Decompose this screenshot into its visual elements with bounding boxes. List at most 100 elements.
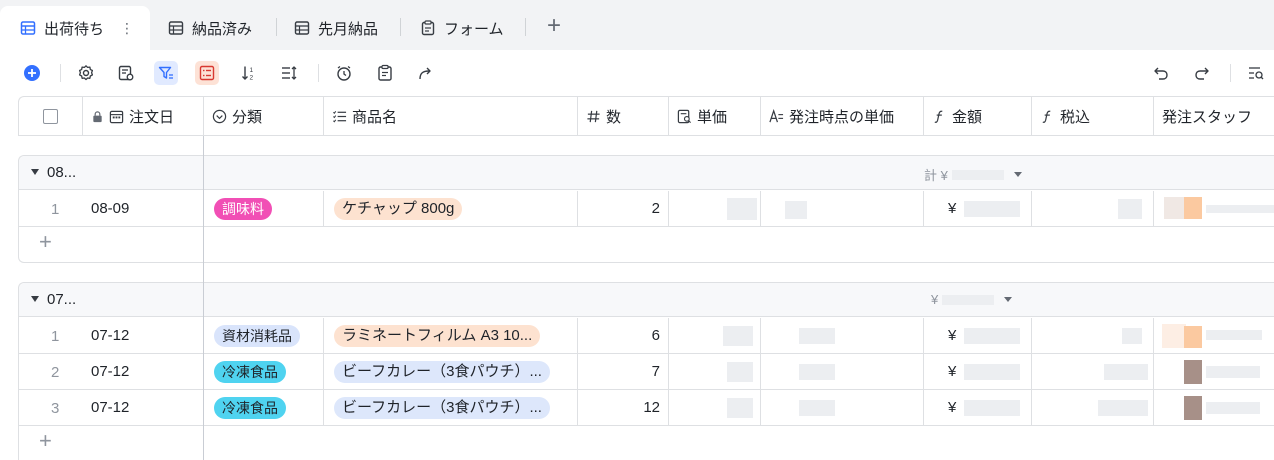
cell-tax-included[interactable] [1032, 191, 1154, 226]
column-header-order-staff[interactable]: 発注スタッフ [1154, 97, 1274, 135]
cell-order-date[interactable]: 07-12 [83, 354, 204, 389]
column-title: 発注時点の単価 [789, 108, 895, 126]
search-icon[interactable] [1244, 61, 1268, 85]
product-tag: ケチャップ 800g [334, 197, 463, 220]
cell-category[interactable]: 冷凍食品 [204, 390, 324, 425]
column-title: 商品名 [352, 108, 398, 126]
group-by-icon[interactable] [195, 61, 219, 85]
column-header-amount[interactable]: 金額 [924, 97, 1032, 135]
tab-label: 出荷待ち [44, 20, 105, 38]
cell-order-unit-price[interactable] [761, 354, 924, 389]
redacted-value [964, 400, 1020, 416]
cell-product-name[interactable]: ラミネートフィルム A3 10... [324, 318, 578, 353]
cell-amount[interactable]: ¥ [924, 318, 1032, 353]
column-header-unit-price[interactable]: 単価 [669, 97, 761, 135]
group-header[interactable]: 08... 計 ¥ [19, 156, 1274, 190]
redacted-value [727, 198, 757, 220]
redo-icon[interactable] [1190, 61, 1214, 85]
date-value: 07-12 [91, 327, 130, 344]
column-header-quantity[interactable]: 数 [578, 97, 669, 135]
cell-quantity[interactable]: 7 [578, 354, 669, 389]
date-value: 07-12 [91, 363, 130, 380]
cell-order-date[interactable]: 07-12 [83, 390, 204, 425]
group-summary[interactable]: ¥ [931, 292, 1013, 307]
column-title: 注文日 [129, 108, 175, 126]
column-title: 税込 [1060, 108, 1091, 126]
column-header-order-date[interactable]: 注文日 [83, 97, 204, 135]
cell-product-name[interactable]: ビーフカレー（3食パウチ）... [324, 390, 578, 425]
cell-category[interactable]: 冷凍食品 [204, 354, 324, 389]
cell-quantity[interactable]: 2 [578, 191, 669, 226]
lock-icon [93, 110, 102, 122]
gear-icon[interactable] [74, 61, 98, 85]
cell-quantity[interactable]: 12 [578, 390, 669, 425]
quantity-value: 2 [651, 200, 660, 217]
column-header-order-unit-price[interactable]: 発注時点の単価 [761, 97, 924, 135]
cell-order-date[interactable]: 07-12 [83, 318, 204, 353]
undo-icon[interactable] [1149, 61, 1173, 85]
table-row[interactable]: 1 07-12 資材消耗品 ラミネートフィルム A3 10... 6 ¥ [19, 318, 1274, 354]
table-row[interactable]: 2 07-12 冷凍食品 ビーフカレー（3食パウチ）... 7 ¥ [19, 354, 1274, 390]
cell-category[interactable]: 調味料 [204, 191, 324, 226]
alarm-clock-icon[interactable] [332, 61, 356, 85]
select-all-checkbox[interactable] [43, 108, 58, 124]
tab-shipping-pending[interactable]: 出荷待ち ⋮ [0, 6, 150, 50]
product-tag: ビーフカレー（3食パウチ）... [334, 360, 550, 383]
share-icon[interactable] [414, 61, 438, 85]
field-settings-icon[interactable] [114, 61, 138, 85]
collapse-caret-icon[interactable] [31, 169, 39, 175]
cell-unit-price[interactable] [669, 354, 761, 389]
tab-form[interactable]: フォーム [420, 6, 504, 50]
filter-icon[interactable] [154, 61, 178, 85]
cell-amount[interactable]: ¥ [924, 354, 1032, 389]
cell-tax-included[interactable] [1032, 318, 1154, 353]
add-row-button[interactable]: + [19, 426, 1274, 460]
column-header-product-name[interactable]: 商品名 [324, 97, 578, 135]
table-row[interactable]: 1 08-09 調味料 ケチャップ 800g 2 ¥ [19, 191, 1274, 227]
record-group: 07... ¥ 1 07-12 資材消耗品 ラミネートフィルム A3 10...… [18, 282, 1274, 460]
more-vertical-icon[interactable]: ⋮ [120, 20, 134, 37]
add-view-plus-icon[interactable]: + [547, 12, 561, 40]
cell-order-staff[interactable] [1154, 191, 1274, 226]
group-summary[interactable]: 計 ¥ [924, 165, 1022, 184]
cell-product-name[interactable]: ケチャップ 800g [324, 191, 578, 226]
cell-amount[interactable]: ¥ [924, 390, 1032, 425]
cell-product-name[interactable]: ビーフカレー（3食パウチ）... [324, 354, 578, 389]
add-record-plus-icon[interactable] [20, 61, 44, 85]
cell-order-unit-price[interactable] [761, 191, 924, 226]
cell-order-unit-price[interactable] [761, 318, 924, 353]
cell-order-staff[interactable] [1154, 318, 1274, 353]
redacted-avatar [1184, 197, 1202, 219]
product-tag: ビーフカレー（3食パウチ）... [334, 396, 550, 419]
cell-unit-price[interactable] [669, 191, 761, 226]
cell-order-unit-price[interactable] [761, 390, 924, 425]
cell-unit-price[interactable] [669, 390, 761, 425]
cell-tax-included[interactable] [1032, 354, 1154, 389]
tab-divider [400, 18, 401, 36]
cell-amount[interactable]: ¥ [924, 191, 1032, 226]
group-header[interactable]: 07... ¥ [19, 283, 1274, 317]
cell-tax-included[interactable] [1032, 390, 1154, 425]
column-header-row: 注文日 分類 商品名 数 単価 発注時点の単価 金額 税込 発注スタッフ [18, 96, 1274, 136]
sort-icon[interactable]: 12 [237, 61, 261, 85]
cell-order-staff[interactable] [1154, 354, 1274, 389]
column-header-category[interactable]: 分類 [204, 97, 324, 135]
cell-order-staff[interactable] [1154, 390, 1274, 425]
clipboard-icon[interactable] [373, 61, 397, 85]
cell-category[interactable]: 資材消耗品 [204, 318, 324, 353]
column-header-tax-included[interactable]: 税込 [1032, 97, 1154, 135]
cell-quantity[interactable]: 6 [578, 318, 669, 353]
row-height-icon[interactable] [277, 61, 301, 85]
tab-divider [276, 18, 277, 36]
add-row-button[interactable]: + [19, 227, 1274, 261]
cell-order-date[interactable]: 08-09 [83, 191, 204, 226]
table-row[interactable]: 3 07-12 冷凍食品 ビーフカレー（3食パウチ）... 12 ¥ [19, 390, 1274, 426]
formula-icon [1042, 110, 1051, 123]
tab-delivered[interactable]: 納品済み [168, 6, 252, 50]
tab-last-month-delivered[interactable]: 先月納品 [294, 6, 378, 50]
tab-divider [525, 18, 526, 36]
cell-unit-price[interactable] [669, 318, 761, 353]
collapse-caret-icon[interactable] [31, 296, 39, 302]
plus-icon: + [39, 229, 52, 254]
redacted-avatar [1164, 197, 1184, 219]
